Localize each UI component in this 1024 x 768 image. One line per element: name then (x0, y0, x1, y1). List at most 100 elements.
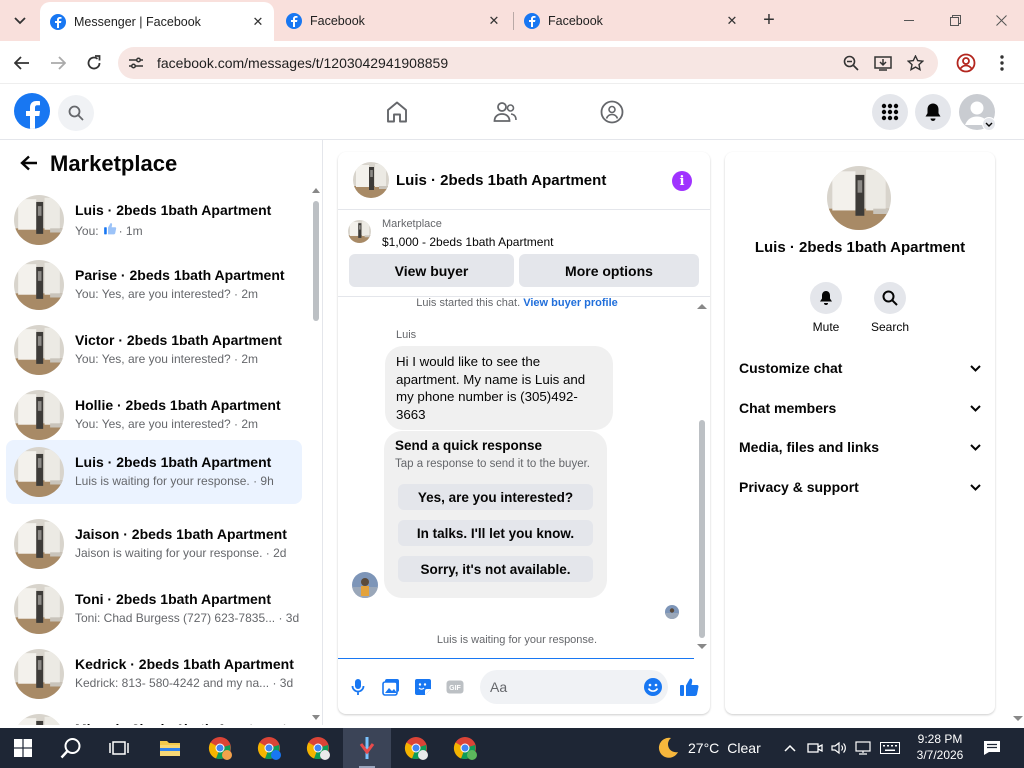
menu-grid-icon[interactable] (872, 94, 908, 130)
scrollbar-thumb[interactable] (313, 201, 319, 321)
section-chat-members[interactable]: Chat members (739, 396, 981, 420)
conversation-item[interactable]: Victor · 2beds 1bath Apartment You: Yes, … (6, 318, 302, 382)
chrome-profile-icon[interactable] (204, 732, 236, 764)
quick-response-option[interactable]: Sorry, it's not available. (398, 556, 593, 582)
chat-avatar[interactable] (353, 162, 389, 198)
listing-title[interactable]: $1,000 - 2beds 1bath Apartment (382, 235, 553, 249)
microphone-icon[interactable] (348, 677, 368, 697)
conversation-avatar (14, 195, 64, 245)
bluestacks-app-icon[interactable] (351, 732, 383, 764)
page-scroll-down-icon[interactable] (1013, 716, 1023, 722)
zoom-icon[interactable] (841, 53, 861, 73)
reload-icon[interactable] (80, 49, 108, 77)
browser-tab-strip: Messenger | Facebook ✕ Facebook ✕ Facebo… (0, 0, 1024, 41)
notifications-bell-icon[interactable] (915, 94, 951, 130)
search-icon[interactable] (58, 95, 94, 131)
chrome-profile-icon[interactable] (302, 732, 334, 764)
mute-button[interactable]: Mute (801, 282, 851, 334)
conversation-item[interactable]: Luis · 2beds 1bath Apartment Luis is wait… (6, 440, 302, 504)
conversation-name: Parise · 2beds 1bath Apartment (75, 267, 285, 283)
home-icon[interactable] (383, 98, 411, 126)
show-hidden-icons-chevron-up-icon[interactable] (775, 732, 805, 764)
search-icon[interactable] (874, 282, 906, 314)
taskbar-clock[interactable]: 9:28 PM 3/7/2026 (909, 731, 971, 763)
network-icon[interactable] (850, 732, 876, 764)
conversation-avatar (14, 714, 64, 725)
install-app-icon[interactable] (873, 53, 893, 73)
sender-avatar[interactable] (352, 572, 378, 598)
view-buyer-profile-link[interactable]: View buyer profile (523, 297, 618, 309)
chrome-profile-icon[interactable] (253, 732, 285, 764)
conversation-item[interactable]: Hollie · 2beds 1bath Apartment You: Yes, … (6, 383, 302, 447)
browser-menu-icon[interactable] (988, 49, 1016, 77)
tab-messenger[interactable]: Messenger | Facebook ✕ (40, 2, 274, 41)
more-options-button[interactable]: More options (519, 254, 699, 287)
section-media-files-links[interactable]: Media, files and links (739, 435, 981, 459)
close-tab-icon[interactable]: ✕ (486, 13, 502, 29)
chevron-down-icon (970, 364, 981, 372)
weather-widget[interactable]: 27°C Clear (656, 728, 761, 768)
like-thumbs-up-icon[interactable] (679, 677, 699, 697)
panel-title: Marketplace (50, 151, 178, 176)
notification-center-icon[interactable] (976, 732, 1008, 764)
chrome-profile-icon[interactable] (400, 732, 432, 764)
conversation-item[interactable]: Miguel · 2beds 1bath Apartment (6, 707, 302, 725)
section-customize-chat[interactable]: Customize chat (739, 356, 981, 380)
contact-avatar[interactable] (827, 166, 891, 230)
profile-icon[interactable] (952, 49, 980, 77)
conversation-item[interactable]: Luis · 2beds 1bath Apartment You: · 1m (6, 188, 302, 252)
account-chevron-icon[interactable] (982, 117, 996, 131)
conversation-item[interactable]: Kedrick · 2beds 1bath Apartment Kedrick: … (6, 642, 302, 706)
bell-icon[interactable] (810, 282, 842, 314)
url-text: facebook.com/messages/t/1203042941908859 (157, 55, 449, 71)
quick-response-option[interactable]: Yes, are you interested? (398, 484, 593, 510)
listing-thumbnail[interactable] (348, 220, 371, 243)
chat-title[interactable]: Luis · 2beds 1bath Apartment (396, 172, 606, 189)
section-privacy-support[interactable]: Privacy & support (739, 475, 981, 499)
search-in-chat-button[interactable]: Search (865, 282, 915, 334)
minimize-icon[interactable] (886, 0, 932, 41)
chat-scrollbar[interactable] (696, 300, 708, 652)
tab-facebook-1[interactable]: Facebook ✕ (276, 0, 510, 41)
info-icon[interactable]: i (672, 171, 692, 191)
facebook-logo-icon[interactable] (14, 93, 50, 129)
conversation-item[interactable]: Toni · 2beds 1bath Apartment Toni: Chad B… (6, 577, 302, 641)
quick-response-option[interactable]: In talks. I'll let you know. (398, 520, 593, 546)
close-tab-icon[interactable]: ✕ (250, 14, 266, 30)
conversation-scrollbar[interactable] (312, 185, 320, 725)
address-bar[interactable]: facebook.com/messages/t/1203042941908859 (118, 47, 938, 79)
emoji-icon[interactable] (643, 677, 663, 697)
keyboard-icon[interactable] (876, 732, 904, 764)
file-explorer-icon[interactable] (154, 732, 186, 764)
task-view-icon[interactable] (103, 732, 135, 764)
new-tab-icon[interactable]: + (757, 8, 781, 32)
sticker-icon[interactable] (413, 677, 433, 697)
site-info-icon[interactable] (126, 53, 146, 73)
photo-icon[interactable] (381, 677, 401, 697)
meet-now-icon[interactable] (802, 732, 828, 764)
close-tab-icon[interactable]: ✕ (724, 13, 740, 29)
restore-icon[interactable] (932, 0, 978, 41)
groups-icon[interactable] (598, 98, 626, 126)
forward-icon[interactable] (44, 49, 72, 77)
taskbar-search-icon[interactable] (55, 732, 87, 764)
conversation-preview: Jaison is waiting for your response. · 2… (75, 546, 287, 560)
tab-title: Messenger | Facebook (74, 14, 201, 29)
section-label: Chat members (739, 400, 837, 416)
back-icon[interactable] (8, 49, 36, 77)
close-window-icon[interactable] (978, 0, 1024, 41)
back-arrow-icon[interactable] (18, 152, 40, 174)
tab-search-dropdown-icon[interactable] (8, 9, 32, 33)
tab-facebook-2[interactable]: Facebook ✕ (514, 0, 748, 41)
chrome-profile-icon[interactable] (449, 732, 481, 764)
bookmark-star-icon[interactable] (905, 53, 925, 73)
conversation-item[interactable]: Jaison · 2beds 1bath Apartment Jaison is … (6, 512, 302, 576)
message-input[interactable] (480, 670, 668, 704)
windows-start-icon[interactable] (7, 732, 39, 764)
friends-icon[interactable] (491, 98, 519, 126)
volume-icon[interactable] (826, 732, 852, 764)
scrollbar-thumb[interactable] (699, 420, 705, 638)
conversation-item[interactable]: Parise · 2beds 1bath Apartment You: Yes, … (6, 253, 302, 317)
gif-icon[interactable]: GIF (445, 677, 465, 697)
view-buyer-button[interactable]: View buyer (349, 254, 514, 287)
